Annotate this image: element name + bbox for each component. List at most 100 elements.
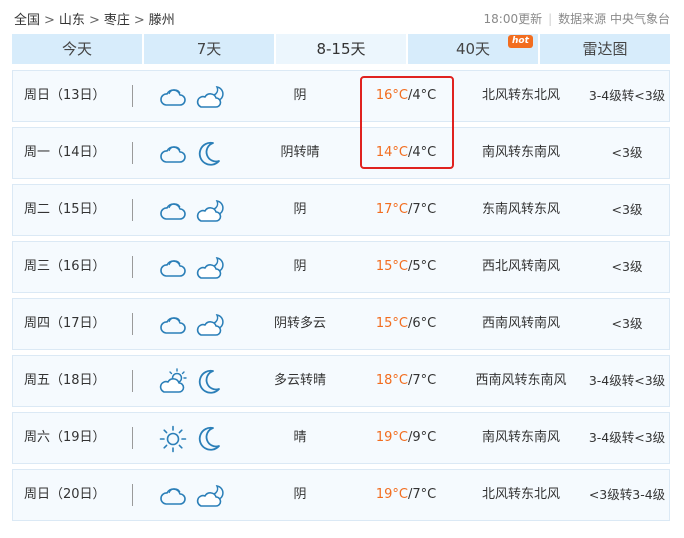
temp-low: /4°C	[407, 145, 437, 160]
weather-icons	[158, 310, 228, 340]
forecast-row[interactable]: 周日（20日） 阴 19°C/7°C 北风转东北风 <3级转3-4级	[12, 469, 670, 521]
update-meta: 18:00更新 | 数据来源 中央气象台	[484, 10, 670, 27]
breadcrumb: 全国 > 山东 > 枣庄 > 滕州	[14, 9, 175, 28]
day-label: 周三（16日）	[24, 259, 106, 274]
row-divider	[132, 142, 133, 164]
tab-radar[interactable]: 雷达图	[540, 34, 670, 64]
temp-high: 17°C	[375, 202, 408, 217]
day-label: 周六（19日）	[24, 430, 106, 445]
temp-high: 15°C	[375, 259, 408, 274]
weather-desc: 晴	[293, 430, 307, 445]
wind-direction: 西北风转南风	[481, 259, 560, 274]
top-bar: 全国 > 山东 > 枣庄 > 滕州 18:00更新 | 数据来源 中央气象台	[0, 0, 684, 34]
breadcrumb-separator: >	[133, 13, 145, 28]
weather-desc: 阴	[293, 202, 307, 217]
weather-desc: 阴	[293, 88, 307, 103]
temp-low: /4°C	[407, 88, 437, 103]
day-label: 周日（13日）	[24, 88, 106, 103]
forecast-row[interactable]: 周一（14日） 阴转晴 14°C/4°C 南风转东南风 <3级	[12, 127, 670, 179]
weather-icons	[158, 367, 228, 397]
temp-high: 16°C	[375, 88, 408, 103]
wind-direction: 南风转东南风	[481, 145, 560, 160]
day-label: 周五（18日）	[24, 373, 106, 388]
tab-40-days-label: 40天	[455, 40, 491, 58]
cloudy-icon	[158, 253, 188, 283]
forecast-row[interactable]: 周二（15日） 阴 17°C/7°C 东南风转东风 <3级	[12, 184, 670, 236]
forecast-row[interactable]: 周日（13日） 阴 16°C/4°C 北风转东北风 3-4级转<3级	[12, 70, 670, 122]
partly-cloudy-night-icon	[194, 196, 224, 226]
row-divider	[132, 313, 133, 335]
day-label: 周二（15日）	[24, 202, 106, 217]
breadcrumb-item-country[interactable]: 全国	[14, 13, 40, 28]
breadcrumb-item-city[interactable]: 枣庄	[104, 13, 130, 28]
moon-icon	[194, 367, 224, 397]
weather-icons	[158, 253, 228, 283]
moon-icon	[194, 139, 224, 169]
hot-badge: hot	[508, 35, 533, 48]
weather-desc: 阴	[293, 487, 307, 502]
weather-icons	[158, 424, 228, 454]
tab-8-15-days[interactable]: 8-15天	[276, 34, 406, 64]
breadcrumb-separator: >	[44, 13, 55, 28]
temp-low: /7°C	[407, 487, 437, 502]
forecast-row[interactable]: 周四（17日） 阴转多云 15°C/6°C 西南风转南风 <3级	[12, 298, 670, 350]
weather-icons	[158, 82, 228, 112]
tab-7-days[interactable]: 7天	[144, 34, 274, 64]
forecast-row[interactable]: 周三（16日） 阴 15°C/5°C 西北风转南风 <3级	[12, 241, 670, 293]
temperature: 14°C/4°C	[361, 128, 451, 178]
wind-level: <3级	[611, 145, 643, 160]
wind-level: <3级转3-4级	[588, 487, 666, 502]
temp-high: 19°C	[375, 487, 408, 502]
forecast-row[interactable]: 周六（19日） 晴 19°C/9°C 南风转东南风 3-4级转<3级	[12, 412, 670, 464]
breadcrumb-item-province[interactable]: 山东	[59, 13, 85, 28]
tab-today[interactable]: 今天	[12, 34, 142, 64]
partly-cloudy-day-icon	[158, 367, 188, 397]
row-divider	[132, 370, 133, 392]
day-label: 周日（20日）	[24, 487, 106, 502]
wind-direction: 西南风转东南风	[475, 373, 567, 388]
temp-low: /9°C	[407, 430, 437, 445]
cloudy-icon	[158, 310, 188, 340]
moon-icon	[194, 424, 224, 454]
forecast-row[interactable]: 周五（18日） 多云转晴 18°C/7°C 西南风转东南风 3-4级转<3级	[12, 355, 670, 407]
partly-cloudy-night-icon	[194, 310, 224, 340]
wind-level: 3-4级转<3级	[588, 88, 666, 103]
weather-icons	[158, 139, 228, 169]
temperature: 19°C/9°C	[361, 413, 451, 463]
wind-level: <3级	[611, 259, 643, 274]
weather-desc: 阴转晴	[280, 145, 320, 160]
day-label: 周四（17日）	[24, 316, 106, 331]
day-label: 周一（14日）	[24, 145, 106, 160]
partly-cloudy-night-icon	[194, 82, 224, 112]
wind-level: 3-4级转<3级	[588, 373, 666, 388]
row-divider	[132, 484, 133, 506]
breadcrumb-separator: >	[88, 13, 100, 28]
temp-high: 15°C	[375, 316, 408, 331]
temp-high: 19°C	[375, 430, 408, 445]
weather-desc: 多云转晴	[273, 373, 326, 388]
row-divider	[132, 199, 133, 221]
temperature: 18°C/7°C	[361, 356, 451, 406]
partly-cloudy-night-icon	[194, 253, 224, 283]
temperature: 19°C/7°C	[361, 470, 451, 520]
wind-direction: 东南风转东风	[481, 202, 560, 217]
wind-direction: 北风转东北风	[481, 487, 560, 502]
tab-40-days[interactable]: 40天 hot	[408, 34, 538, 64]
weather-desc: 阴转多云	[273, 316, 326, 331]
row-divider	[132, 256, 133, 278]
temp-low: /7°C	[407, 202, 437, 217]
wind-level: <3级	[611, 202, 643, 217]
update-time: 18:00更新	[483, 12, 543, 26]
temperature: 15°C/5°C	[361, 242, 451, 292]
wind-direction: 西南风转南风	[481, 316, 560, 331]
wind-level: <3级	[611, 316, 643, 331]
wind-level: 3-4级转<3级	[588, 430, 666, 445]
temperature: 16°C/4°C	[361, 71, 451, 121]
temp-low: /7°C	[407, 373, 437, 388]
cloudy-icon	[158, 139, 188, 169]
temperature: 15°C/6°C	[361, 299, 451, 349]
temp-low: /5°C	[407, 259, 437, 274]
weather-icons	[158, 196, 228, 226]
row-divider	[132, 427, 133, 449]
cloudy-icon	[158, 481, 188, 511]
